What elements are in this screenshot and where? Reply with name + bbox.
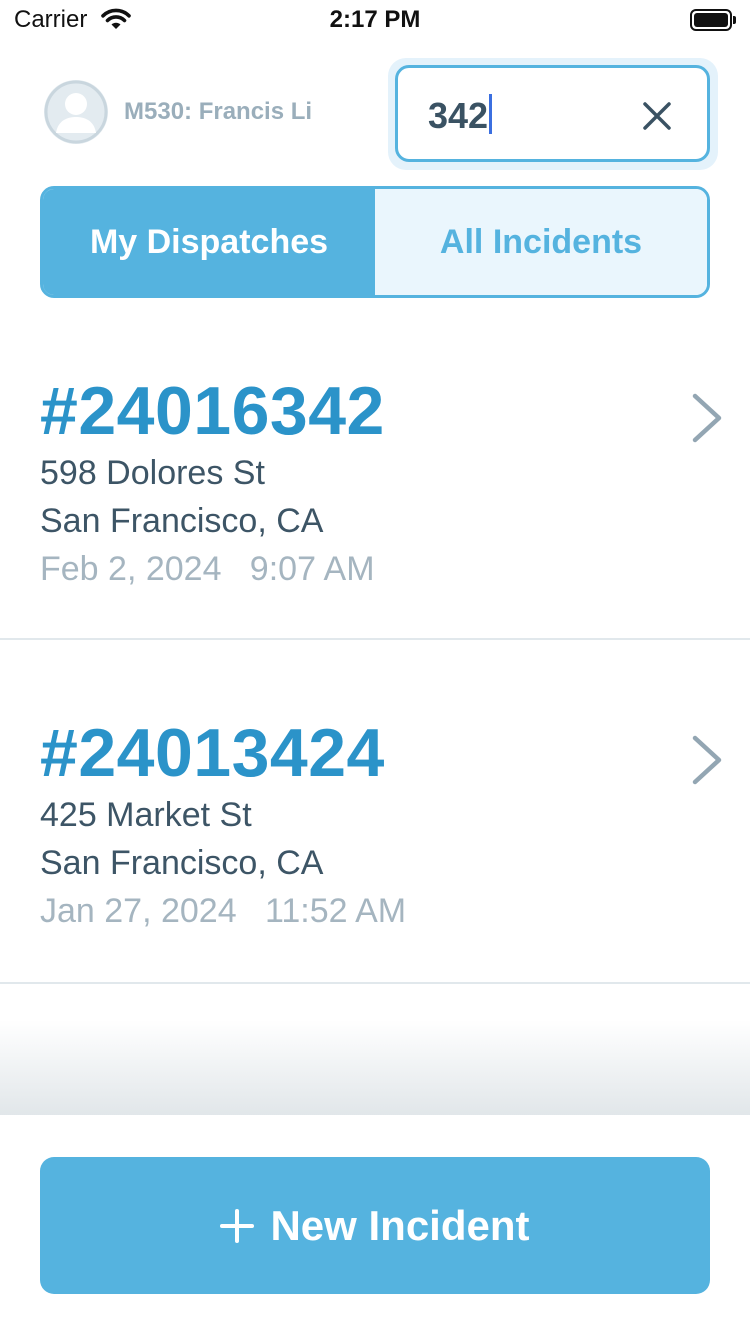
incident-street: 598 Dolores St bbox=[40, 454, 265, 492]
incident-datetime: Feb 2, 2024 9:07 AM bbox=[40, 550, 375, 588]
list-fade bbox=[0, 1020, 750, 1116]
search-value: 342 bbox=[428, 94, 493, 137]
tab-all-incidents[interactable]: All Incidents bbox=[375, 189, 707, 295]
user-info: M530: Francis Li bbox=[44, 80, 312, 144]
status-time: 2:17 PM bbox=[329, 6, 421, 33]
chevron-right-icon bbox=[692, 735, 722, 785]
plus-icon bbox=[220, 1208, 255, 1243]
incident-number: #24016342 bbox=[40, 373, 385, 449]
close-icon[interactable] bbox=[641, 100, 673, 132]
text-caret bbox=[489, 94, 493, 134]
incident-street: 425 Market St bbox=[40, 796, 252, 834]
incidents-screen: Carrier 2:17 PM M530: Francis Li 342 My … bbox=[0, 0, 750, 1334]
incident-city: San Francisco, CA bbox=[40, 502, 324, 540]
dispatch-filter-tabs: My Dispatches All Incidents bbox=[40, 186, 710, 298]
person-placeholder-icon bbox=[44, 80, 108, 144]
avatar bbox=[44, 80, 108, 144]
chevron-right-icon bbox=[692, 393, 722, 443]
row-divider bbox=[0, 638, 750, 640]
incident-row[interactable]: #24016342 598 Dolores St San Francisco, … bbox=[0, 340, 750, 683]
incident-city: San Francisco, CA bbox=[40, 844, 324, 882]
search-input[interactable]: 342 bbox=[395, 65, 710, 162]
battery-icon bbox=[690, 9, 736, 31]
status-bar: Carrier 2:17 PM bbox=[0, 0, 750, 40]
new-incident-label: New Incident bbox=[270, 1201, 530, 1249]
incident-number: #24013424 bbox=[40, 715, 385, 791]
unit-user-name: M530: Francis Li bbox=[124, 98, 313, 125]
incident-datetime: Jan 27, 2024 11:52 AM bbox=[40, 892, 407, 930]
new-incident-button[interactable]: New Incident bbox=[40, 1157, 710, 1294]
tab-my-dispatches[interactable]: My Dispatches bbox=[43, 189, 375, 295]
row-divider bbox=[0, 982, 750, 984]
incident-row[interactable]: #24013424 425 Market St San Francisco, C… bbox=[0, 682, 750, 1025]
